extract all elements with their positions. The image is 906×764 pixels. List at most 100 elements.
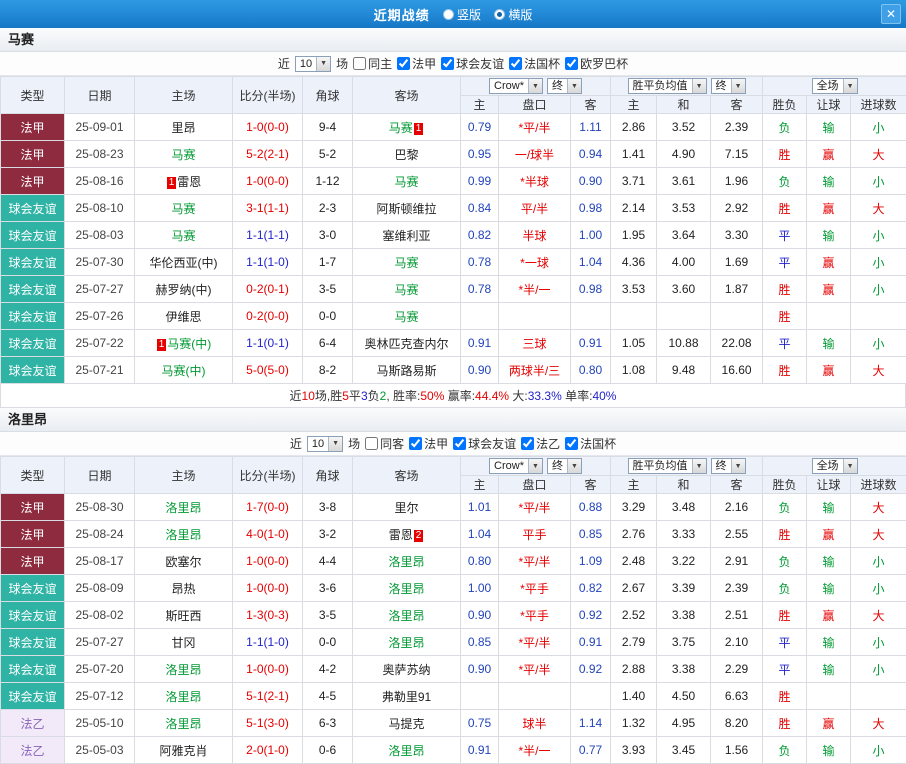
filter-checkbox-option[interactable]: 球会友谊 <box>453 435 516 452</box>
checkbox-input[interactable] <box>565 437 578 450</box>
checkbox-input[interactable] <box>397 57 410 70</box>
away-team-cell: 洛里昂 <box>353 575 461 602</box>
match-count-select[interactable]: 10▼ <box>295 56 331 72</box>
handicap-result-cell: 赢 <box>807 521 851 548</box>
euro-away-odds-cell: 3.30 <box>711 222 763 249</box>
sections-container: 马赛近10▼场同主法甲球会友谊法国杯欧罗巴杯类型日期主场比分(半场)角球客场Cr… <box>0 28 906 764</box>
result-cell: 平 <box>763 330 807 357</box>
euro-source-select[interactable]: 胜平负均值▼ <box>628 78 707 94</box>
team-name: 里昂 <box>171 121 195 135</box>
filter-checkbox-option[interactable]: 同客 <box>365 435 404 452</box>
corner-cell: 4-2 <box>303 656 353 683</box>
handicap-result-cell: 输 <box>807 114 851 141</box>
summary-bar: 近10场,胜5平3负2, 胜率:50% 赢率:44.4% 大:33.3% 单率:… <box>0 384 906 408</box>
match-count-select[interactable]: 10▼ <box>307 436 343 452</box>
euro-final-select-value: 终 <box>712 459 731 473</box>
euro-source-select[interactable]: 胜平负均值▼ <box>628 458 707 474</box>
summary-segment: 50% <box>420 389 444 403</box>
team-name: 欧塞尔 <box>165 555 201 569</box>
checkbox-input[interactable] <box>453 437 466 450</box>
home-team-cell: 马赛(中) <box>135 357 233 384</box>
odds-source-select[interactable]: Crow*▼ <box>489 78 543 94</box>
team-name: 雷恩 <box>177 175 201 189</box>
checkbox-input[interactable] <box>509 57 522 70</box>
away-team-cell: 塞维利亚 <box>353 222 461 249</box>
euro-home-odds-cell: 3.53 <box>611 276 657 303</box>
euro-away-odds-cell: 2.39 <box>711 575 763 602</box>
filter-checkbox-option[interactable]: 法甲 <box>409 435 448 452</box>
filter-checkbox-option[interactable]: 法国杯 <box>565 435 616 452</box>
team-name: 马赛 <box>171 202 195 216</box>
euro-draw-odds-cell: 4.00 <box>657 249 711 276</box>
checkbox-input[interactable] <box>521 437 534 450</box>
asian-away-odds-cell <box>571 683 611 710</box>
checkbox-label: 欧罗巴杯 <box>580 55 628 72</box>
scope-select[interactable]: 全场▼ <box>812 458 858 474</box>
layout-horizontal-option[interactable]: 横版 <box>494 6 532 23</box>
team-name: 洛里昂 <box>388 609 424 623</box>
euro-away-odds-cell: 2.16 <box>711 494 763 521</box>
filter-checkbox-option[interactable]: 同主 <box>353 55 392 72</box>
filter-checkbox-option[interactable]: 法甲 <box>397 55 436 72</box>
handicap-result-cell: 赢 <box>807 710 851 737</box>
odds-final-select[interactable]: 终▼ <box>547 78 582 94</box>
filter-checkbox-option[interactable]: 球会友谊 <box>441 55 504 72</box>
euro-away-odds-cell: 8.20 <box>711 710 763 737</box>
league-cell: 球会友谊 <box>1 222 65 249</box>
checkbox-input[interactable] <box>353 57 366 70</box>
handicap-result-cell: 输 <box>807 656 851 683</box>
asian-home-odds-cell: 0.90 <box>461 602 499 629</box>
asian-home-odds-cell: 0.75 <box>461 710 499 737</box>
goals-result-cell <box>851 683 906 710</box>
euro-away-odds-cell: 1.87 <box>711 276 763 303</box>
euro-final-select[interactable]: 终▼ <box>711 458 746 474</box>
scope-select[interactable]: 全场▼ <box>812 78 858 94</box>
euro-home-odds-cell: 2.76 <box>611 521 657 548</box>
home-team-cell: 1马赛(中) <box>135 330 233 357</box>
result-cell: 胜 <box>763 357 807 384</box>
match-row: 球会友谊25-07-12洛里昂5-1(2-1)4-5弗勒里911.404.506… <box>1 683 906 710</box>
dropdown-arrow-icon: ▼ <box>843 459 857 473</box>
summary-segment: 3 <box>361 389 368 403</box>
handicap-result-cell: 输 <box>807 737 851 764</box>
euro-away-odds-cell: 22.08 <box>711 330 763 357</box>
league-cell: 球会友谊 <box>1 656 65 683</box>
checkbox-input[interactable] <box>409 437 422 450</box>
team-name: 马赛(中) <box>162 364 206 378</box>
checkbox-input[interactable] <box>365 437 378 450</box>
score-cell: 1-3(0-3) <box>233 602 303 629</box>
close-button[interactable]: ✕ <box>881 4 901 24</box>
result-cell: 负 <box>763 575 807 602</box>
euro-odds-header-cell: 胜平负均值▼终▼ <box>611 457 763 476</box>
filter-checkbox-option[interactable]: 法国杯 <box>509 55 560 72</box>
filter-checkbox-option[interactable]: 法乙 <box>521 435 560 452</box>
date-cell: 25-07-26 <box>65 303 135 330</box>
euro-home-odds-cell: 2.79 <box>611 629 657 656</box>
euro-source-select-value: 胜平负均值 <box>629 459 692 473</box>
match-row: 球会友谊25-07-27甘冈1-1(1-0)0-0洛里昂0.85*平/半0.91… <box>1 629 906 656</box>
odds-final-select[interactable]: 终▼ <box>547 458 582 474</box>
asian-home-odds-cell: 1.00 <box>461 575 499 602</box>
checkbox-input[interactable] <box>565 57 578 70</box>
goals-result-cell: 大 <box>851 195 906 222</box>
odds-final-select-value: 终 <box>548 459 567 473</box>
euro-draw-odds-cell: 3.48 <box>657 494 711 521</box>
layout-vertical-option[interactable]: 竖版 <box>443 6 481 23</box>
checkbox-input[interactable] <box>441 57 454 70</box>
handicap-result-cell: 输 <box>807 330 851 357</box>
league-cell: 球会友谊 <box>1 357 65 384</box>
corner-cell: 1-12 <box>303 168 353 195</box>
odds-source-select[interactable]: Crow*▼ <box>489 458 543 474</box>
euro-final-select[interactable]: 终▼ <box>711 78 746 94</box>
euro-away-odds-cell: 1.56 <box>711 737 763 764</box>
match-row: 球会友谊25-07-20洛里昂1-0(0-0)4-2奥萨苏纳0.90*平/半0.… <box>1 656 906 683</box>
euro-odds-header-cell: 胜平负均值▼终▼ <box>611 77 763 96</box>
corner-header: 角球 <box>303 77 353 114</box>
scope-select-value: 全场 <box>813 459 843 473</box>
results-table: 类型日期主场比分(半场)角球客场Crow*▼终▼胜平负均值▼终▼全场▼主盘口客主… <box>0 76 906 384</box>
league-cell: 法甲 <box>1 114 65 141</box>
euro-home-odds-cell: 2.52 <box>611 602 657 629</box>
team-name: 阿斯顿维拉 <box>376 202 436 216</box>
filter-checkbox-option[interactable]: 欧罗巴杯 <box>565 55 628 72</box>
euro-away-odds-cell: 1.96 <box>711 168 763 195</box>
